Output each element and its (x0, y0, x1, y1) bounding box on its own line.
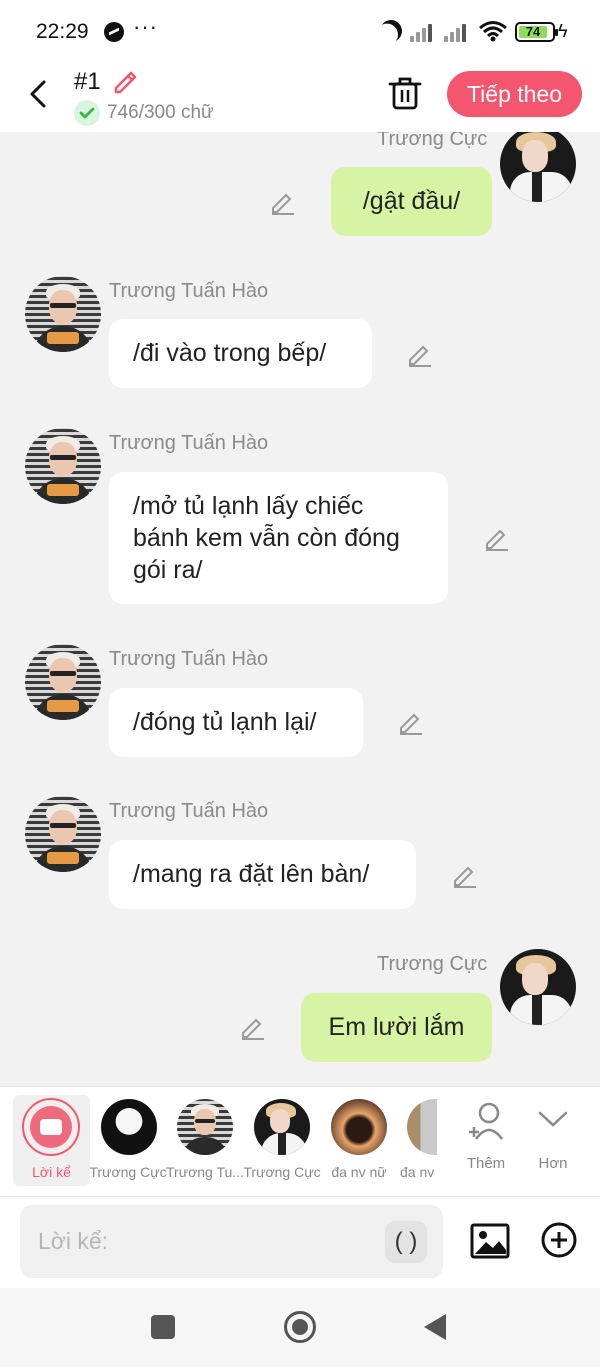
check-icon (74, 100, 100, 126)
edit-message-icon[interactable] (238, 1013, 266, 1041)
sender-name: Trương Cực (377, 953, 488, 975)
more-label: Hơn (538, 1155, 568, 1172)
word-count: 746/300 chữ (107, 102, 214, 123)
back-button[interactable] (24, 78, 52, 110)
system-nav-bar (0, 1288, 600, 1367)
trash-icon[interactable] (388, 74, 422, 112)
battery-level: 74 (525, 24, 541, 39)
narrator-label: Lời kể (32, 1164, 71, 1180)
narrator-icon (22, 1098, 80, 1156)
signal-icon (444, 22, 472, 42)
character-avatar[interactable] (254, 1099, 310, 1155)
add-character-button[interactable]: Thêm (458, 1099, 514, 1179)
plus-icon[interactable] (540, 1221, 578, 1259)
message-bubble[interactable]: Em lười lắm (301, 993, 492, 1062)
character-label: Trương Cực (89, 1164, 167, 1180)
edit-message-icon[interactable] (450, 861, 478, 889)
sender-name: Trương Cực (377, 132, 488, 150)
expand-button[interactable]: Hơn (525, 1099, 581, 1179)
message-bubble[interactable]: /mở tủ lạnh lấy chiếc bánh kem vẫn còn đ… (109, 472, 448, 604)
avatar[interactable] (500, 132, 576, 202)
sender-name: Trương Tuấn Hào (109, 648, 269, 670)
edit-message-icon[interactable] (482, 524, 510, 552)
battery-icon: 74 (515, 22, 558, 42)
character-avatar[interactable] (101, 1099, 157, 1155)
more-notifications-icon: ··· (133, 14, 158, 39)
narrator-tab[interactable]: Lời kể (13, 1095, 90, 1186)
character-avatar[interactable] (331, 1099, 387, 1155)
recent-apps-icon[interactable] (151, 1315, 175, 1339)
add-label: Thêm (466, 1155, 506, 1172)
edit-message-icon[interactable] (405, 340, 433, 368)
parentheses-button[interactable]: ( ) (385, 1221, 427, 1263)
narration-input[interactable]: Lời kể: ( ) (20, 1205, 443, 1278)
character-bar: Lời kể Trương Cực Trương Tu... Trương Cự… (0, 1086, 600, 1196)
composer: Lời kể: ( ) (0, 1196, 600, 1288)
episode-title: #1 (74, 68, 101, 95)
avatar[interactable] (25, 644, 101, 720)
moon-icon (377, 17, 405, 45)
charging-icon: ϟ (558, 21, 568, 41)
avatar[interactable] (25, 796, 101, 872)
message-bubble[interactable]: /đóng tủ lạnh lại/ (109, 688, 363, 757)
home-icon[interactable] (284, 1311, 316, 1343)
wifi-icon (479, 21, 507, 42)
chevron-down-icon (538, 1111, 568, 1127)
avatar[interactable] (500, 949, 576, 1025)
status-bar: 22:29 ··· 74 ϟ (0, 0, 600, 62)
edit-message-icon[interactable] (268, 188, 296, 216)
character-avatar[interactable] (407, 1099, 437, 1155)
back-triangle-icon[interactable] (424, 1314, 446, 1340)
message-bubble[interactable]: /đi vào trong bếp/ (109, 319, 372, 388)
add-person-icon (469, 1102, 504, 1140)
input-placeholder: Lời kể: (38, 1228, 109, 1254)
sender-name: Trương Tuấn Hào (109, 800, 269, 822)
status-time: 22:29 (36, 20, 89, 43)
message-bubble[interactable]: /gật đầu/ (331, 167, 492, 236)
chat-thread: Trương Cực /gật đầu/ Trương Tuấn Hào /đi… (0, 132, 600, 1086)
edit-message-icon[interactable] (396, 708, 424, 736)
editor-header: #1 746/300 chữ Tiếp theo (0, 62, 600, 132)
character-avatar[interactable] (177, 1099, 233, 1155)
avatar[interactable] (25, 428, 101, 504)
avatar[interactable] (25, 276, 101, 352)
signal-icon (410, 22, 438, 42)
edit-title-icon[interactable] (110, 66, 140, 96)
messenger-icon (104, 22, 124, 42)
character-label: đa nv nữ (331, 1164, 387, 1180)
message-bubble[interactable]: /mang ra đặt lên bàn/ (109, 840, 416, 909)
sender-name: Trương Tuấn Hào (109, 280, 269, 302)
character-label: Trương Cực (243, 1164, 321, 1180)
sender-name: Trương Tuấn Hào (109, 432, 269, 454)
image-icon[interactable] (470, 1223, 510, 1259)
character-label: Trương Tu... (166, 1164, 244, 1180)
character-label: đa nv (400, 1164, 435, 1180)
next-button[interactable]: Tiếp theo (447, 71, 582, 117)
